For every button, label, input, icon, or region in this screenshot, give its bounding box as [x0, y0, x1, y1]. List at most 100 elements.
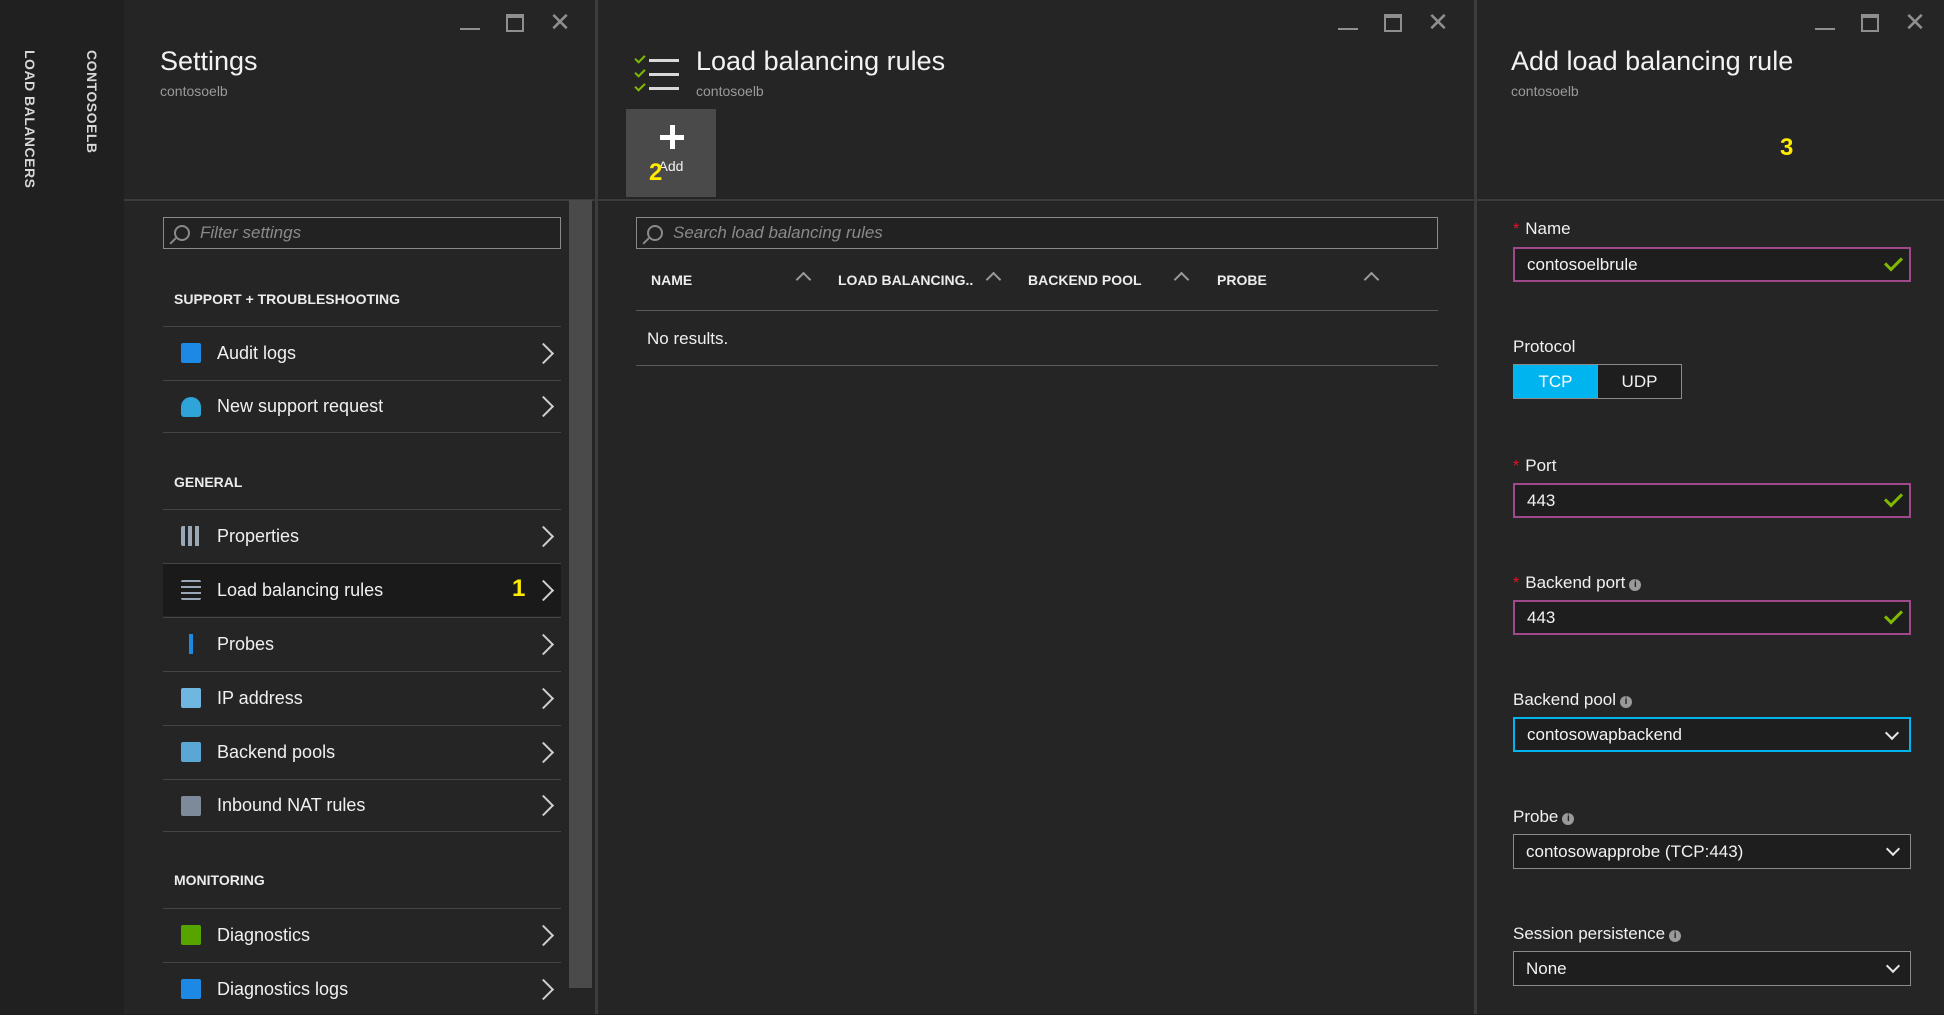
backend-port-input[interactable]: 443	[1513, 600, 1911, 635]
add-rule-header-divider	[1477, 199, 1944, 201]
chevron-right-icon	[532, 342, 555, 364]
menu-item-properties[interactable]: Properties	[163, 509, 561, 562]
chevron-down-icon	[1885, 958, 1901, 974]
column-header-probe[interactable]: PROBE	[1217, 272, 1267, 288]
column-header-name[interactable]: NAME	[651, 272, 692, 288]
diagnostics-icon	[181, 925, 201, 945]
check-icon	[1883, 605, 1904, 625]
menu-item-ip-address[interactable]: IP address	[163, 671, 561, 724]
settings-title: Settings	[160, 46, 258, 76]
chevron-right-icon	[532, 395, 555, 418]
session-persistence-value: None	[1526, 958, 1567, 978]
breadcrumb-strip-load-balancers[interactable]: LOAD BALANCERS	[0, 0, 66, 1014]
menu-item-backend-pools[interactable]: Backend pools	[163, 725, 561, 778]
menu-item-label: Properties	[217, 525, 300, 546]
chevron-down-icon	[1884, 725, 1900, 741]
column-header-backend-pool[interactable]: BACKEND POOL	[1028, 272, 1142, 288]
menu-item-diagnostics[interactable]: Diagnostics	[163, 908, 561, 961]
menu-item-label: Audit logs	[217, 342, 297, 363]
probe-select[interactable]: contosowapprobe (TCP:443)	[1513, 834, 1911, 869]
rules-list-icon	[633, 52, 679, 95]
backend-pool-value: contosowapbackend	[1527, 724, 1683, 744]
annotation-1: 1	[512, 575, 526, 602]
backend-pool-label: Backend pool i	[1513, 690, 1633, 710]
section-header-support: SUPPORT + TROUBLESHOOTING	[174, 291, 400, 307]
settings-scrollbar[interactable]	[569, 200, 592, 988]
nat-rules-icon	[181, 795, 201, 816]
settings-subtitle: contosoelb	[160, 83, 228, 99]
add-rule-title: Add load balancing rule	[1511, 46, 1794, 76]
chevron-right-icon	[532, 525, 555, 547]
name-value: contosoelbrule	[1527, 254, 1638, 274]
info-icon[interactable]: i	[1629, 579, 1642, 591]
name-input[interactable]: contosoelbrule	[1513, 247, 1911, 282]
close-icon[interactable]: ✕	[549, 9, 571, 35]
chevron-right-icon	[532, 579, 555, 601]
required-asterisk: *	[1513, 458, 1520, 475]
rules-window-controls: ✕	[1338, 9, 1449, 35]
port-label: * Port	[1513, 456, 1557, 475]
filter-placeholder: Filter settings	[200, 223, 302, 242]
chevron-right-icon	[532, 687, 555, 709]
maximize-icon[interactable]	[1384, 14, 1402, 32]
menu-item-diagnostics-logs[interactable]: Diagnostics logs	[163, 962, 561, 1015]
search-rules-input[interactable]: Search load balancing rules	[636, 217, 1438, 249]
protocol-toggle[interactable]: TCP UDP	[1513, 364, 1682, 399]
search-icon	[174, 225, 190, 241]
close-icon[interactable]: ✕	[1427, 9, 1449, 35]
protocol-label: Protocol	[1513, 337, 1576, 356]
minimize-icon[interactable]	[460, 18, 480, 30]
filter-settings-input[interactable]: Filter settings	[163, 217, 561, 249]
add-rule-button[interactable]: Add	[626, 109, 716, 197]
add-button-label: Add	[658, 158, 684, 174]
menu-item-label: Inbound NAT rules	[217, 795, 366, 815]
column-header-load-balancing[interactable]: LOAD BALANCING..	[838, 272, 973, 288]
breadcrumb-strip-contosoelb[interactable]: CONTOSOELB	[64, 0, 126, 1014]
menu-item-inbound-nat-rules[interactable]: Inbound NAT rules	[163, 779, 561, 832]
search-icon	[647, 225, 663, 241]
menu-item-new-support-request[interactable]: New support request	[163, 380, 561, 433]
rules-subtitle: contosoelb	[696, 83, 764, 99]
rules-header-divider	[598, 199, 1474, 201]
menu-item-label: Load balancing rules	[217, 579, 384, 600]
menu-item-label: Probes	[217, 633, 275, 654]
minimize-icon[interactable]	[1815, 18, 1835, 30]
settings-window-controls: ✕	[460, 9, 571, 35]
rules-blade: ✕	[598, 0, 1477, 1014]
backend-pool-select[interactable]: contosowapbackend	[1513, 717, 1911, 752]
chevron-right-icon	[532, 633, 555, 655]
maximize-icon[interactable]	[1861, 14, 1879, 32]
protocol-option-udp[interactable]: UDP	[1597, 365, 1681, 398]
port-input[interactable]: 443	[1513, 483, 1911, 518]
annotation-2: 2	[649, 159, 663, 186]
required-asterisk: *	[1513, 575, 1520, 592]
probe-icon	[181, 634, 201, 654]
plus-icon	[660, 125, 684, 149]
info-icon[interactable]: i	[1669, 930, 1682, 942]
menu-item-probes[interactable]: Probes	[163, 617, 561, 670]
probe-label: Probe i	[1513, 807, 1575, 827]
name-label: * Name	[1513, 219, 1571, 238]
menu-item-audit-logs[interactable]: Audit logs	[163, 326, 561, 379]
chevron-right-icon	[532, 924, 555, 946]
close-icon[interactable]: ✕	[1904, 9, 1926, 35]
info-icon[interactable]: i	[1562, 813, 1575, 825]
breadcrumb-contosoelb[interactable]: CONTOSOELB	[84, 50, 100, 154]
chevron-right-icon	[532, 741, 555, 763]
section-header-monitoring: MONITORING	[174, 872, 265, 888]
check-icon	[1883, 252, 1904, 272]
rules-title: Load balancing rules	[696, 46, 946, 76]
menu-item-load-balancing-rules[interactable]: Load balancing rules	[163, 563, 561, 616]
protocol-option-tcp[interactable]: TCP	[1514, 365, 1597, 398]
table-bottom-divider	[636, 365, 1438, 366]
session-persistence-select[interactable]: None	[1513, 951, 1911, 986]
required-asterisk: *	[1513, 221, 1520, 238]
info-icon[interactable]: i	[1620, 696, 1633, 708]
minimize-icon[interactable]	[1338, 18, 1358, 30]
menu-item-label: IP address	[217, 687, 303, 708]
settings-blade: ✕ Settings contosoelb	[124, 0, 598, 1014]
add-rule-subtitle: contosoelb	[1511, 83, 1579, 99]
probe-value: contosowapprobe (TCP:443)	[1526, 841, 1744, 861]
maximize-icon[interactable]	[506, 14, 524, 32]
breadcrumb-load-balancers[interactable]: LOAD BALANCERS	[22, 50, 38, 188]
